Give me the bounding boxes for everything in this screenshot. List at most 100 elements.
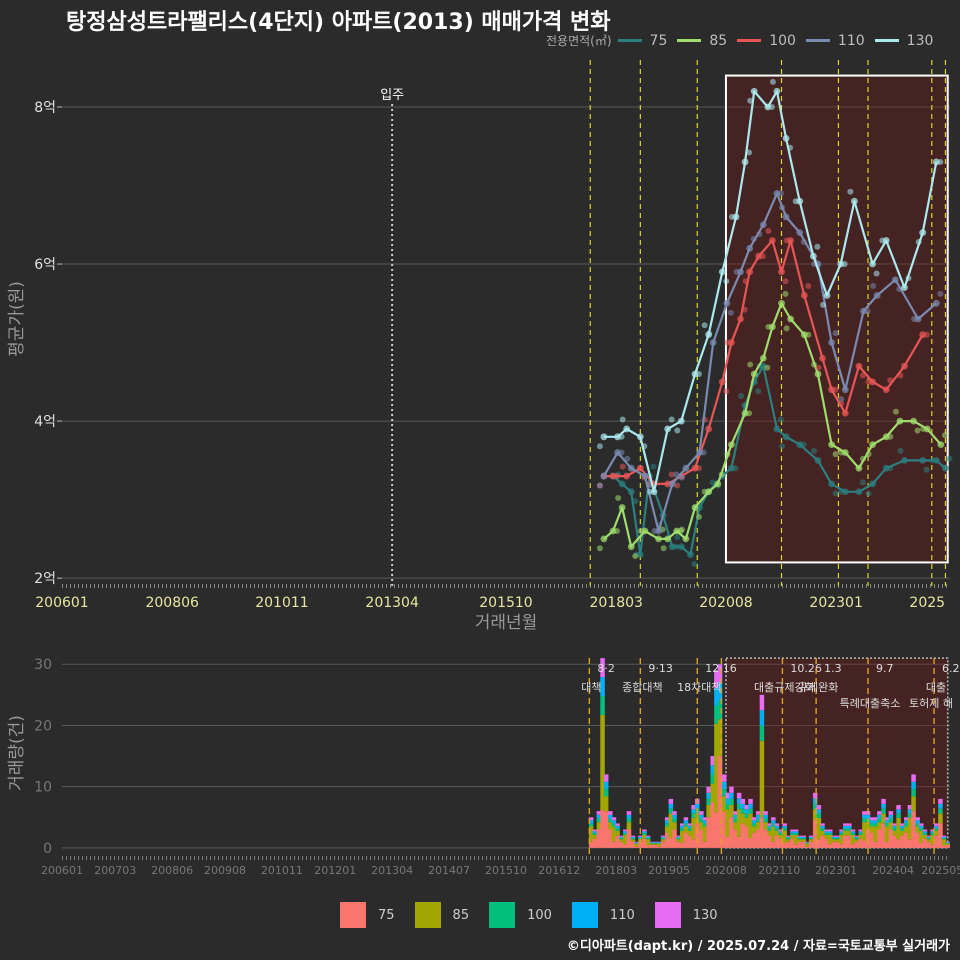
price-point-75 [897,447,904,454]
price-point-85 [920,425,927,432]
price-point-110 [750,235,757,242]
volume-bar-85 [911,796,916,812]
volume-bar-100 [934,828,939,831]
price-point-130 [782,134,790,142]
volume-bar-130 [786,835,791,837]
price-point-100 [897,372,904,379]
volume-x-tick-label: 201803 [595,864,637,877]
volume-bar-75 [843,835,848,848]
volume-bar-130 [808,835,814,837]
price-x-tick-label: 201304 [365,595,419,611]
volume-bar-130 [797,835,802,837]
volume-bar-130 [683,817,689,821]
volume-bar-110 [695,803,700,809]
volume-bar-100 [827,833,833,836]
price-point-100 [832,386,839,393]
price-point-100 [859,372,866,379]
volume-bar-110 [748,803,753,809]
volume-y-tick-label: 0 [43,841,52,857]
volume-bar-110 [831,836,837,839]
volume-bar-100 [911,789,916,797]
volume-bar-85 [751,826,757,833]
volume-bar-75 [626,829,632,848]
price-point-130 [600,433,608,441]
price-point-100 [783,237,790,244]
volume-bar-110 [911,781,916,790]
price-point-130 [869,260,876,268]
price-point-130 [847,188,854,195]
volume-bar-75 [877,829,882,848]
price-point-130 [695,370,702,377]
price-point-75 [773,425,781,433]
price-point-130 [919,229,927,237]
volume-bar-100 [938,808,943,814]
volume-bar-110 [763,814,768,819]
price-point-75 [800,441,807,448]
volume-bar-110 [649,842,654,843]
volume-bar-85 [801,839,807,842]
price-point-130 [636,433,644,441]
price-point-110 [777,190,784,197]
price-point-100 [765,228,772,235]
price-point-100 [759,253,766,260]
volume-bar-130 [915,817,920,821]
price-point-110 [796,229,804,237]
price-point-85 [787,315,795,323]
volume-bar-130 [896,805,901,810]
volume-bar-130 [721,774,727,782]
price-point-85 [724,451,731,458]
price-point-85 [838,449,845,456]
volume-bar-100 [630,838,636,840]
volume-bar-85 [649,843,654,845]
price-point-110 [746,244,754,252]
volume-bar-110 [827,831,833,834]
price-point-130 [768,103,775,110]
price-point-110 [759,221,767,229]
volume-y-tick-label: 20 [34,718,52,734]
volume-bar-85 [843,830,848,836]
volume-x-tick-label: 202008 [705,864,747,877]
volume-x-tick-label: 201011 [261,864,303,877]
price-point-110 [727,309,734,316]
volume-x-tick-label: 201510 [485,864,527,877]
volume-bar-110 [808,836,814,839]
price-point-75 [691,561,698,568]
price-point-85 [832,451,839,458]
volume-bar-130 [934,823,939,826]
price-point-100 [865,378,872,385]
volume-bar-130 [877,811,882,815]
price-y-tick-label: 6억 [34,257,56,273]
price-point-100 [737,315,744,323]
price-point-75 [919,456,927,464]
volume-bar-75 [683,832,689,848]
volume-bar-130 [759,694,765,711]
price-point-110 [779,204,786,211]
price-point-110 [870,283,877,290]
volume-bar-110 [797,836,802,839]
volume-bar-100 [672,818,677,823]
volume-bar-85 [706,805,711,818]
volume-y-axis-title: 거래량(건) [7,715,27,791]
volume-bar-110 [850,831,856,834]
volume-x-tick-label: 202110 [758,864,800,877]
volume-bar-110 [615,825,620,829]
policy-date-label: 9·13 [648,662,673,675]
volume-bar-110 [611,820,617,824]
volume-bar-130 [793,829,799,832]
volume-bar-110 [919,825,924,829]
bottom-legend-item-130: 130 [654,902,718,928]
price-point-110 [800,239,807,246]
price-point-100 [724,339,731,346]
price-point-130 [746,149,753,156]
price-point-110 [841,386,849,394]
volume-bar-100 [748,808,753,814]
policy-date-label: 1.3 [824,662,842,675]
volume-bar-100 [786,838,791,840]
volume-bar-100 [645,838,651,840]
volume-bar-85 [592,835,598,839]
volume-bar-100 [774,828,780,831]
volume-bar-130 [820,823,825,826]
volume-bar-130 [763,811,768,815]
volume-bar-130 [642,829,647,832]
volume-x-tick-label: 201304 [371,864,413,877]
